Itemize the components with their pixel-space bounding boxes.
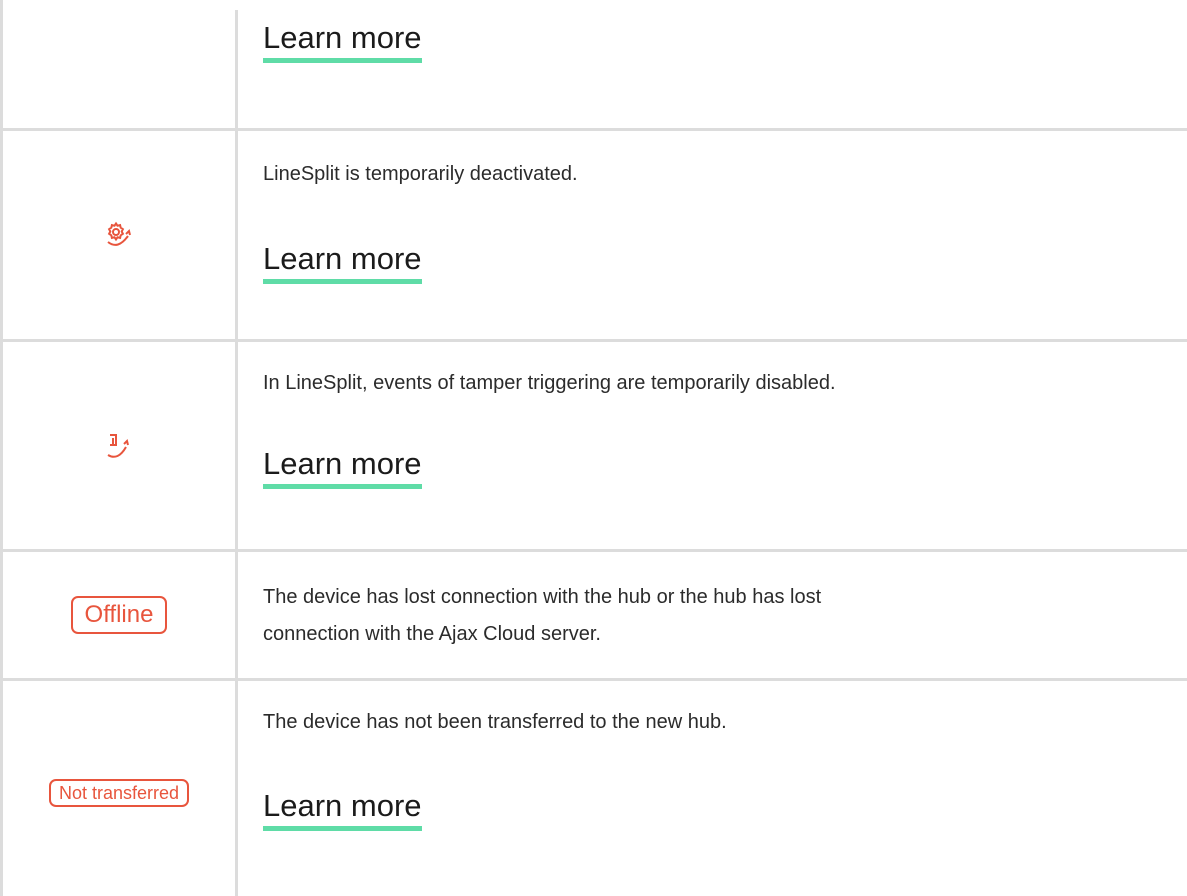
linesplit-deactivated-icon: [104, 220, 134, 250]
table-row: In LineSplit, events of tamper triggerin…: [3, 339, 1187, 549]
description-cell: Learn more: [263, 0, 1177, 128]
row-description: The device has not been transferred to t…: [263, 711, 727, 733]
learn-more-link[interactable]: Learn more: [263, 20, 422, 63]
status-table: Learn more LineSplit is temporarily deac…: [0, 0, 1187, 896]
offline-status-badge: Offline: [70, 596, 168, 634]
row-description: LineSplit is temporarily deactivated.: [263, 163, 578, 185]
icon-cell: Not transferred: [3, 681, 235, 896]
learn-more-link[interactable]: Learn more: [263, 788, 422, 831]
learn-more-link[interactable]: Learn more: [263, 446, 422, 489]
table-row: Learn more: [3, 0, 1187, 128]
linesplit-tamper-disabled-icon: [104, 431, 134, 461]
table-row: Not transferred The device has not been …: [3, 678, 1187, 896]
description-cell: In LineSplit, events of tamper triggerin…: [263, 342, 1177, 549]
column-divider: [235, 131, 238, 339]
not-transferred-status-badge: Not transferred: [48, 778, 190, 807]
column-divider: [235, 552, 238, 678]
table-row: Offline The device has lost connection w…: [3, 549, 1187, 678]
icon-cell: [3, 0, 235, 128]
row-description-line-1: The device has lost connection with the …: [263, 586, 822, 608]
description-cell: The device has not been transferred to t…: [263, 681, 1177, 896]
table-row: LineSplit is temporarily deactivated. Le…: [3, 128, 1187, 339]
icon-cell: [3, 131, 235, 339]
learn-more-link[interactable]: Learn more: [263, 241, 422, 284]
column-divider: [235, 10, 238, 128]
description-cell: The device has lost connection with the …: [263, 552, 1177, 678]
column-divider: [235, 681, 238, 896]
row-description: In LineSplit, events of tamper triggerin…: [263, 372, 836, 394]
row-description-line-2: connection with the Ajax Cloud server.: [263, 623, 601, 645]
description-cell: LineSplit is temporarily deactivated. Le…: [263, 131, 1177, 339]
icon-cell: [3, 342, 235, 549]
column-divider: [235, 342, 238, 549]
icon-cell: Offline: [3, 552, 235, 678]
